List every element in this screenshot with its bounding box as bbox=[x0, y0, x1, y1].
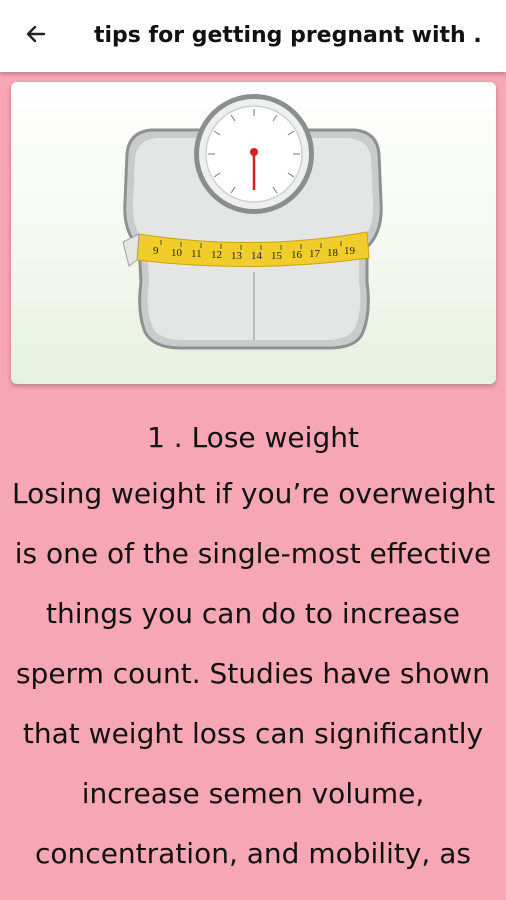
article-line: that weight loss can significantly bbox=[22, 717, 484, 750]
arrow-left-icon bbox=[24, 22, 48, 50]
app-bar: tips for getting pregnant with ... bbox=[0, 0, 506, 72]
article-line: concentration, and mobility, as bbox=[35, 837, 471, 870]
svg-text:9: 9 bbox=[153, 245, 159, 257]
back-button[interactable] bbox=[14, 16, 58, 56]
svg-text:19: 19 bbox=[344, 245, 356, 257]
article-line: is one of the single-most effective bbox=[14, 537, 492, 570]
scale-illustration: 9 10 11 12 13 14 15 16 17 18 19 bbox=[122, 94, 383, 350]
article-line: sperm count. Studies have shown bbox=[15, 657, 491, 690]
article-body: Losing weight if you’re overweight is on… bbox=[0, 464, 506, 884]
svg-text:10: 10 bbox=[171, 247, 183, 259]
article-line: increase semen volume, bbox=[81, 777, 425, 810]
article-content: 1 . Lose weight Losing weight if you’re … bbox=[0, 412, 506, 884]
svg-text:13: 13 bbox=[231, 250, 243, 262]
svg-text:16: 16 bbox=[291, 249, 303, 261]
svg-text:17: 17 bbox=[309, 248, 321, 260]
svg-text:15: 15 bbox=[271, 250, 283, 262]
svg-text:18: 18 bbox=[327, 247, 339, 259]
article-line: things you can do to increase bbox=[46, 597, 460, 630]
svg-text:11: 11 bbox=[191, 248, 202, 260]
article-heading: 1 . Lose weight bbox=[147, 421, 359, 454]
article-image: 9 10 11 12 13 14 15 16 17 18 19 bbox=[11, 82, 496, 384]
svg-text:12: 12 bbox=[211, 249, 222, 261]
article-line: Losing weight if you’re overweight bbox=[12, 477, 496, 510]
page-title: tips for getting pregnant with ... bbox=[94, 23, 484, 48]
svg-text:14: 14 bbox=[251, 250, 263, 262]
